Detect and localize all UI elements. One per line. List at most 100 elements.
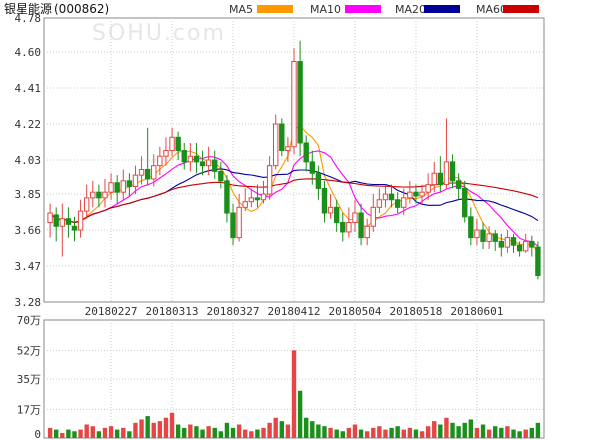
volume-bar: [267, 422, 272, 438]
legend-swatch-ma5: [257, 5, 293, 13]
volume-bar: [90, 426, 95, 438]
candle-body: [65, 218, 72, 225]
date-axis-tick: 20180227: [85, 305, 138, 318]
candle-body: [382, 193, 389, 201]
candle-body: [236, 206, 242, 239]
candle-body: [443, 161, 450, 186]
volume-bar: [486, 429, 492, 438]
volume-bar: [304, 417, 309, 438]
volume-bar: [291, 350, 297, 438]
candle-body: [254, 197, 261, 201]
price-axis-tick: 3.66: [15, 224, 42, 237]
candle-body: [260, 193, 267, 201]
volume-bar: [243, 429, 248, 438]
candle-body: [248, 197, 255, 203]
volume-bar: [194, 426, 199, 438]
volume-bar: [212, 427, 217, 438]
candle-body: [498, 240, 505, 248]
price-axis-tick: 3.47: [15, 260, 42, 273]
volume-bar: [60, 432, 65, 438]
legend: MA5 MA10 MA20 MA60: [229, 3, 539, 16]
candle-body: [413, 191, 419, 197]
volume-bar: [200, 429, 205, 438]
volume-bar: [364, 431, 370, 438]
volume-bar: [66, 429, 71, 438]
date-axis-tick: 20180327: [207, 305, 260, 318]
candle-body: [449, 161, 456, 182]
legend-swatch-ma60: [503, 5, 539, 13]
volume-bar: [145, 416, 150, 438]
candle-body: [199, 161, 206, 167]
volume-bar: [169, 412, 175, 438]
volume-bar: [334, 429, 339, 438]
candle-body: [474, 229, 480, 239]
volume-bar: [456, 426, 461, 438]
price-axis-tick: 3.28: [15, 296, 42, 309]
candle-body: [462, 187, 468, 218]
volume-bar: [261, 427, 266, 438]
volume-bar: [285, 424, 291, 438]
volume-bar: [139, 419, 144, 438]
candle-body: [297, 61, 303, 144]
candle-body: [218, 170, 224, 182]
candle-body: [266, 165, 273, 195]
volume-bar: [523, 429, 528, 438]
volume-bar: [218, 431, 224, 438]
volume-bar: [108, 426, 114, 438]
candle-body: [431, 172, 437, 186]
legend-swatch-ma10: [345, 5, 381, 13]
candle-body: [419, 191, 425, 197]
candle-body: [468, 216, 474, 239]
legend-label-ma20: MA20: [395, 3, 426, 16]
volume-bar: [389, 427, 394, 438]
candle-body: [510, 237, 517, 246]
volume-axis-tick: 17万: [17, 403, 41, 416]
candle-body: [388, 193, 395, 201]
volume-bar: [401, 429, 406, 438]
candle-body: [401, 197, 407, 208]
volume-bar: [493, 426, 498, 438]
candle-body: [90, 191, 96, 199]
candle-body: [370, 206, 376, 227]
volume-bar: [182, 427, 187, 438]
candle-body: [333, 206, 340, 223]
candle-body: [144, 168, 151, 180]
candle-body: [151, 165, 157, 180]
volume-bar: [84, 424, 89, 438]
candle-body: [242, 201, 248, 208]
volume-bar: [236, 424, 242, 438]
candle-body: [175, 136, 181, 152]
volume-bar: [249, 431, 254, 438]
volume-bar: [175, 424, 181, 438]
candle-body: [205, 159, 212, 167]
candle-body: [169, 136, 175, 152]
volume-bar: [358, 429, 364, 438]
candle-body: [455, 180, 462, 189]
candle-body: [273, 123, 279, 167]
volume-bar: [316, 424, 321, 438]
volume-bar: [529, 427, 534, 438]
candle-body: [425, 184, 431, 193]
volume-bar: [279, 421, 284, 438]
candle-body: [212, 159, 218, 172]
candle-body: [358, 212, 364, 239]
candle-body: [529, 240, 535, 248]
volume-bar: [47, 427, 53, 438]
candle-body: [224, 180, 230, 214]
candle-body: [315, 172, 322, 189]
volume-bar: [499, 427, 504, 438]
candle-body: [504, 237, 511, 248]
candle-body: [108, 182, 114, 193]
volume-bar: [72, 431, 77, 438]
volume-bar: [340, 431, 345, 438]
volume-bar: [377, 426, 382, 438]
price-axis-tick: 4.03: [15, 154, 42, 167]
candle-body: [352, 212, 358, 223]
candle-body: [437, 172, 444, 186]
candle-body: [321, 187, 328, 214]
volume-bar: [273, 417, 278, 438]
candle-body: [102, 191, 108, 199]
volume-bar: [450, 422, 455, 438]
volume-bar: [468, 419, 474, 438]
volume-bar: [206, 426, 211, 438]
